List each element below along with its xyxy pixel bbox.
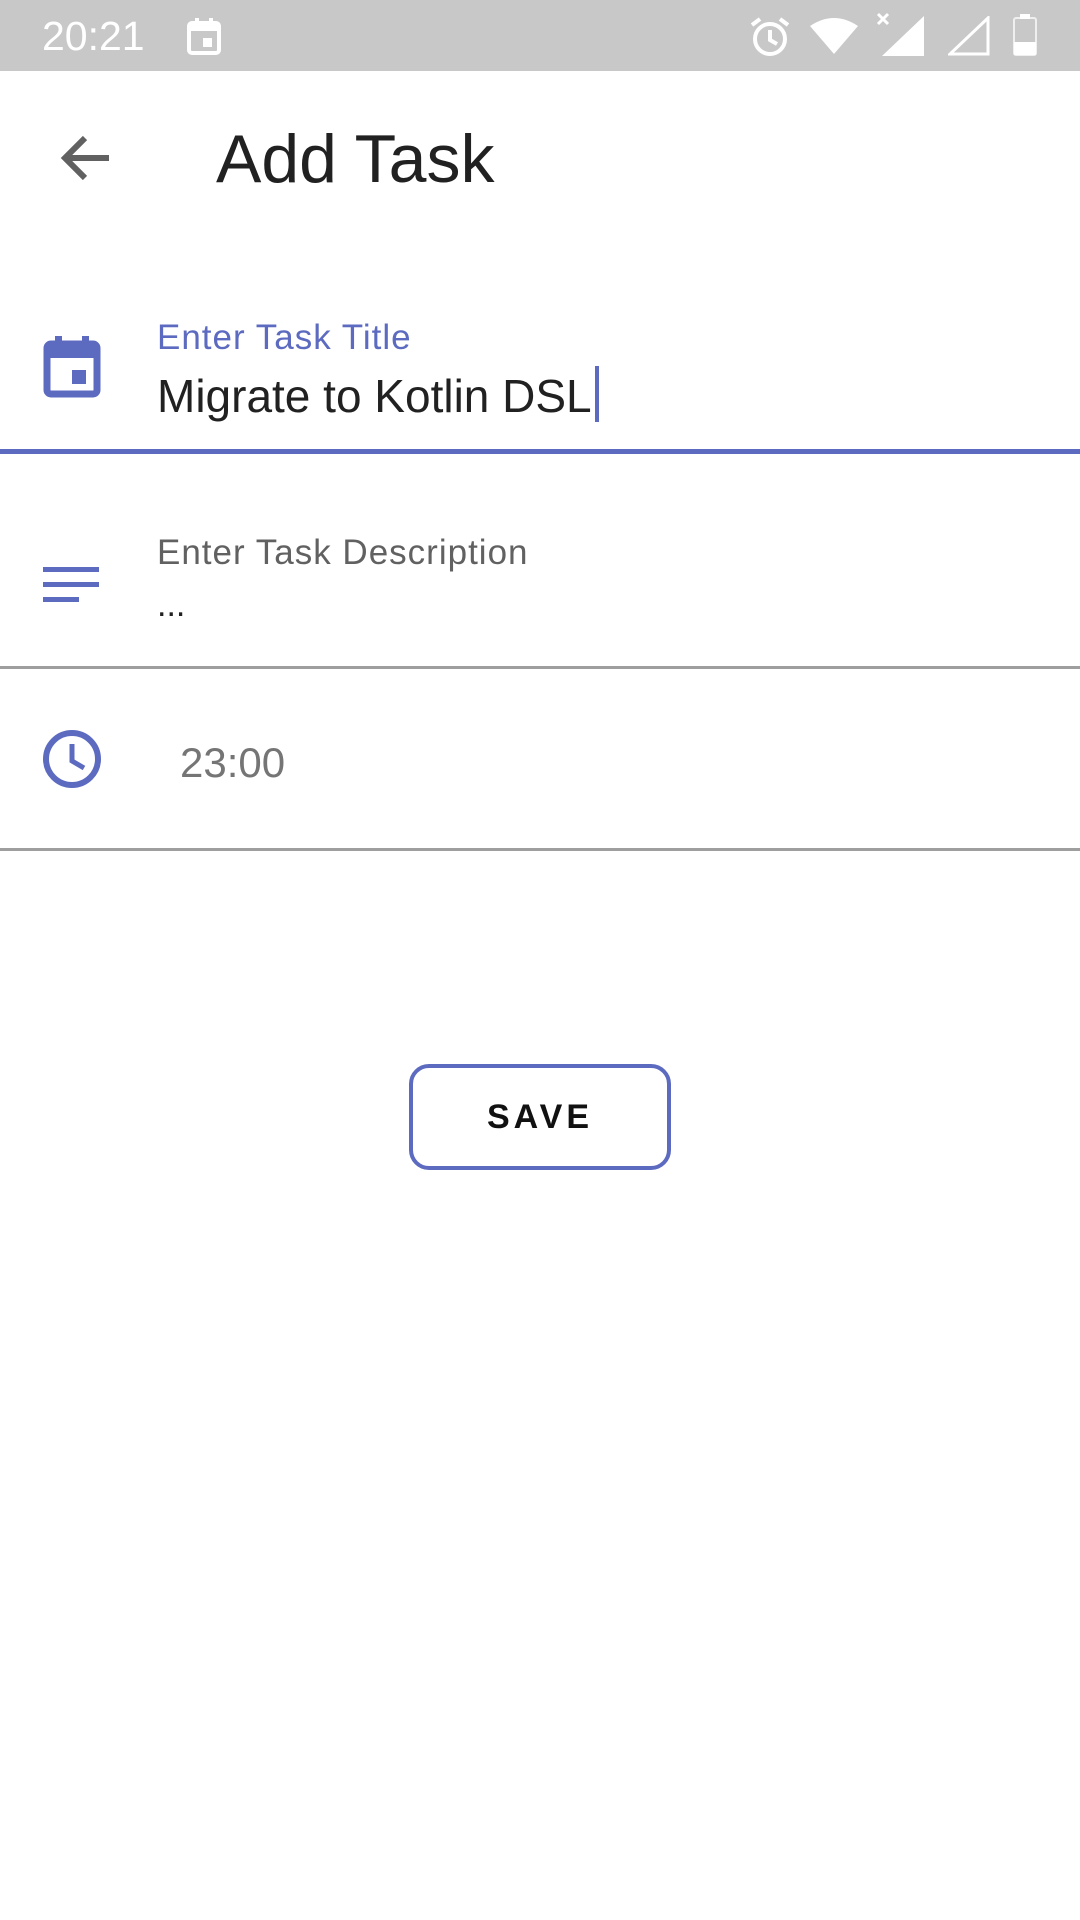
task-description-row[interactable]: Enter Task Description ... xyxy=(0,515,1080,670)
task-title-label: Enter Task Title xyxy=(157,318,412,357)
calendar-icon xyxy=(43,336,101,403)
status-time: 20:21 xyxy=(42,13,145,59)
wifi-icon xyxy=(810,18,858,59)
task-description-value: ... xyxy=(157,586,186,624)
task-title-input[interactable]: Migrate to Kotlin DSL xyxy=(157,366,1037,423)
clock-icon xyxy=(41,728,103,795)
time-underline xyxy=(0,848,1080,851)
task-description-label: Enter Task Description xyxy=(157,533,529,572)
task-title-underline xyxy=(0,449,1080,454)
back-button[interactable] xyxy=(40,115,130,205)
time-row[interactable]: 23:00 xyxy=(0,670,1080,852)
battery-icon xyxy=(1012,14,1038,61)
arrow-back-icon xyxy=(59,134,111,187)
time-value[interactable]: 23:00 xyxy=(180,736,285,790)
task-description-input[interactable]: ... xyxy=(157,585,1037,625)
task-description-underline xyxy=(0,666,1080,669)
status-bar: 20:21 xyxy=(0,0,1080,71)
cell-signal-empty-icon xyxy=(946,14,990,61)
text-caret xyxy=(594,366,599,422)
app-bar: Add Task xyxy=(0,71,1080,241)
save-button[interactable]: SAVE xyxy=(409,1064,671,1170)
notes-icon xyxy=(43,565,101,610)
cell-signal-no-data-icon xyxy=(876,12,926,61)
task-title-value: Migrate to Kotlin DSL xyxy=(157,370,592,422)
alarm-icon xyxy=(748,16,792,63)
task-title-row[interactable]: Enter Task Title Migrate to Kotlin DSL xyxy=(0,300,1080,455)
calendar-notification-icon xyxy=(186,16,222,61)
page-title: Add Task xyxy=(216,121,495,197)
